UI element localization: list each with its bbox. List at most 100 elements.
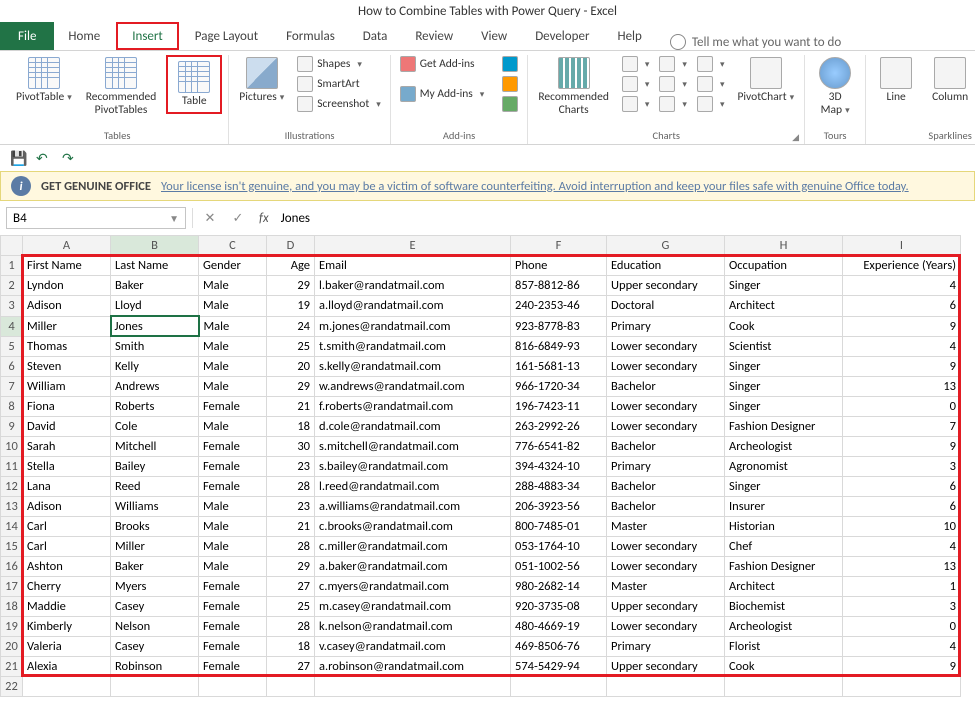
cell[interactable]: Male: [199, 336, 267, 357]
cell[interactable]: Bachelor: [607, 437, 725, 457]
sparkline-line-button[interactable]: Line: [872, 55, 920, 106]
cell[interactable]: Female: [199, 477, 267, 497]
cell[interactable]: k.nelson@randatmail.com: [315, 617, 511, 637]
cell[interactable]: Andrews: [111, 377, 199, 397]
cancel-formula-button[interactable]: ✕: [199, 207, 221, 229]
cell[interactable]: 980-2682-14: [511, 577, 607, 597]
row-header[interactable]: 19: [1, 617, 23, 637]
cell[interactable]: Female: [199, 397, 267, 417]
name-box[interactable]: B4 ▼: [6, 207, 186, 229]
cell[interactable]: Singer: [725, 477, 843, 497]
cell[interactable]: d.cole@randatmail.com: [315, 417, 511, 437]
cell[interactable]: Fiona: [23, 397, 111, 417]
cell[interactable]: Insurer: [725, 497, 843, 517]
cell[interactable]: a.robinson@randatmail.com: [315, 657, 511, 677]
cell[interactable]: 288-4883-34: [511, 477, 607, 497]
smartart-button[interactable]: SmartArt: [294, 75, 383, 93]
cell[interactable]: Female: [199, 577, 267, 597]
cell[interactable]: Roberts: [111, 397, 199, 417]
pivottable-button[interactable]: PivotTable: [12, 55, 76, 106]
cell[interactable]: 6: [843, 296, 961, 317]
cell[interactable]: Sarah: [23, 437, 111, 457]
cell[interactable]: Bachelor: [607, 377, 725, 397]
cell[interactable]: m.jones@randatmail.com: [315, 316, 511, 336]
cell[interactable]: [23, 677, 111, 697]
cell[interactable]: s.mitchell@randatmail.com: [315, 437, 511, 457]
cell[interactable]: Experience (Years): [843, 256, 961, 276]
cell[interactable]: Maddie: [23, 597, 111, 617]
cell[interactable]: 776-6541-82: [511, 437, 607, 457]
cell[interactable]: [315, 677, 511, 697]
cell[interactable]: Kimberly: [23, 617, 111, 637]
row-header[interactable]: 6: [1, 357, 23, 377]
cell[interactable]: 574-5429-94: [511, 657, 607, 677]
cell[interactable]: Architect: [725, 577, 843, 597]
cell[interactable]: Fashion Designer: [725, 557, 843, 577]
cell[interactable]: Upper secondary: [607, 276, 725, 296]
cell[interactable]: 800-7485-01: [511, 517, 607, 537]
row-header[interactable]: 2: [1, 276, 23, 296]
row-header[interactable]: 10: [1, 437, 23, 457]
cell[interactable]: 28: [267, 477, 315, 497]
row-header[interactable]: 15: [1, 537, 23, 557]
column-header-C[interactable]: C: [199, 236, 267, 256]
cell[interactable]: 10: [843, 517, 961, 537]
cell[interactable]: 25: [267, 336, 315, 357]
cell[interactable]: Singer: [725, 397, 843, 417]
cell[interactable]: Brooks: [111, 517, 199, 537]
my-addins-button[interactable]: My Add-ins: [397, 85, 488, 103]
cell[interactable]: 23: [267, 457, 315, 477]
cell[interactable]: 27: [267, 657, 315, 677]
cell[interactable]: Carl: [23, 537, 111, 557]
cell[interactable]: 1: [843, 577, 961, 597]
column-header-D[interactable]: D: [267, 236, 315, 256]
cell[interactable]: 051-1002-56: [511, 557, 607, 577]
cell[interactable]: Lower secondary: [607, 557, 725, 577]
cell[interactable]: 857-8812-86: [511, 276, 607, 296]
cell[interactable]: Male: [199, 557, 267, 577]
tab-file[interactable]: File: [0, 22, 54, 50]
cell[interactable]: Gender: [199, 256, 267, 276]
cell[interactable]: 394-4324-10: [511, 457, 607, 477]
cell[interactable]: Historian: [725, 517, 843, 537]
cell[interactable]: First Name: [23, 256, 111, 276]
cell[interactable]: Primary: [607, 457, 725, 477]
people-graph-button[interactable]: [499, 75, 521, 93]
cell[interactable]: Lloyd: [111, 296, 199, 317]
row-header[interactable]: 21: [1, 657, 23, 677]
cell[interactable]: 920-3735-08: [511, 597, 607, 617]
cell[interactable]: a.williams@randatmail.com: [315, 497, 511, 517]
cell[interactable]: Female: [199, 437, 267, 457]
cell[interactable]: Jones: [111, 316, 199, 336]
cell[interactable]: 3: [843, 457, 961, 477]
cell[interactable]: 9: [843, 357, 961, 377]
cell[interactable]: 29: [267, 377, 315, 397]
cell[interactable]: Thomas: [23, 336, 111, 357]
cell[interactable]: f.roberts@randatmail.com: [315, 397, 511, 417]
cell[interactable]: 053-1764-10: [511, 537, 607, 557]
row-header[interactable]: 22: [1, 677, 23, 697]
cell[interactable]: Male: [199, 417, 267, 437]
cell[interactable]: s.kelly@randatmail.com: [315, 357, 511, 377]
cell[interactable]: 966-1720-34: [511, 377, 607, 397]
cell[interactable]: a.lloyd@randatmail.com: [315, 296, 511, 317]
cell[interactable]: 29: [267, 557, 315, 577]
column-header-F[interactable]: F: [511, 236, 607, 256]
cell[interactable]: Upper secondary: [607, 657, 725, 677]
insert-function-button[interactable]: fx: [255, 211, 273, 226]
cell[interactable]: Adison: [23, 296, 111, 317]
charts-dialog-launcher[interactable]: ◢: [792, 132, 802, 142]
tab-view[interactable]: View: [467, 22, 521, 50]
cell[interactable]: Female: [199, 457, 267, 477]
cell[interactable]: 20: [267, 357, 315, 377]
cell[interactable]: 469-8506-76: [511, 637, 607, 657]
cell[interactable]: Phone: [511, 256, 607, 276]
cell[interactable]: Lower secondary: [607, 537, 725, 557]
chart-hierarchy-button[interactable]: [619, 75, 653, 93]
tab-formulas[interactable]: Formulas: [272, 22, 349, 50]
cell[interactable]: [267, 677, 315, 697]
chart-line-button[interactable]: [656, 55, 690, 73]
cell[interactable]: Female: [199, 637, 267, 657]
row-header[interactable]: 12: [1, 477, 23, 497]
cell[interactable]: [607, 677, 725, 697]
